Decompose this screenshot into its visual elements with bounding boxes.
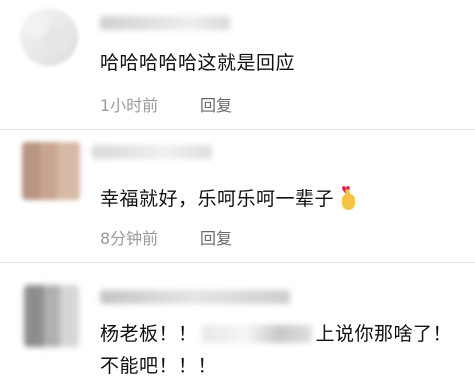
avatar[interactable] xyxy=(20,8,78,66)
comment-text: 哈哈哈哈哈这就是回应 xyxy=(100,52,296,74)
username-blurred[interactable] xyxy=(92,145,212,159)
comment-text-content: 幸福就好，乐呵乐呵一辈子 xyxy=(100,188,335,210)
avatar[interactable] xyxy=(22,142,80,200)
comment-text-line2: 不能吧！！！ xyxy=(100,355,218,377)
username-blurred[interactable] xyxy=(100,290,290,304)
comment-text: 杨老板！！ 上说你那啥了！ xyxy=(100,322,452,346)
comment-text: 幸福就好，乐呵乐呵一辈子♥ xyxy=(100,185,360,211)
reply-button[interactable]: 回复 xyxy=(200,92,232,116)
avatar[interactable] xyxy=(24,285,79,347)
divider xyxy=(0,262,475,263)
pinching-hand-heart-icon: ♥ xyxy=(338,185,360,211)
reply-button[interactable]: 回复 xyxy=(200,225,232,249)
divider xyxy=(0,129,475,130)
comment-text-part2: 上说你那啥了！ xyxy=(315,323,453,345)
comment-time: 1小时前 xyxy=(100,96,159,115)
username-blurred[interactable] xyxy=(100,16,230,30)
redacted-text xyxy=(201,325,312,343)
comment-text-part1: 杨老板！！ xyxy=(100,323,198,345)
comment-time: 8分钟前 xyxy=(100,229,159,248)
